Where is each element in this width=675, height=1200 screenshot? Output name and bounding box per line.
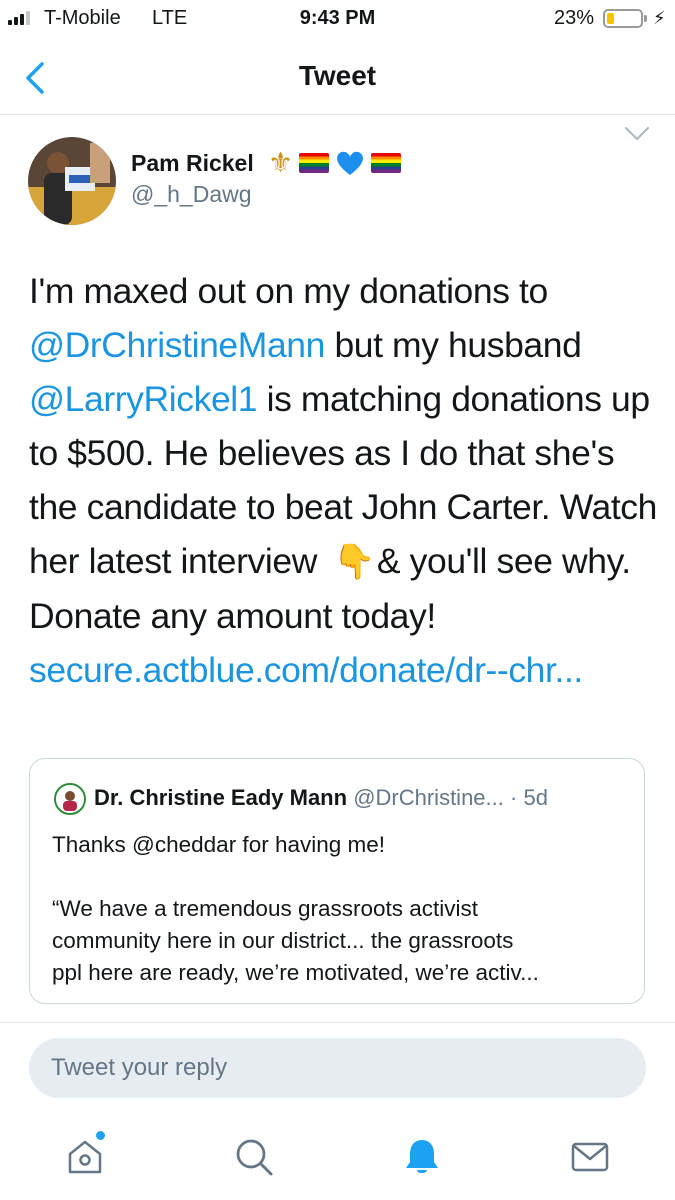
divider: [0, 1022, 675, 1023]
mention-link[interactable]: @LarryRickel1: [29, 379, 258, 419]
reply-input[interactable]: Tweet your reply: [29, 1038, 646, 1098]
quoted-text-line: Thanks @cheddar for having me!: [52, 832, 386, 857]
rainbow-flag-icon: [299, 153, 330, 173]
author-display-name[interactable]: Pam Rickel: [131, 150, 254, 177]
url-link[interactable]: secure.actblue.com/donate/dr--chr...: [29, 650, 583, 690]
rainbow-flag-icon: [371, 153, 402, 173]
name-emoji-row: ⚜︎: [268, 147, 402, 178]
quoted-text-line: ppl here are ready, we’re motivated, we’…: [52, 960, 539, 985]
quoted-avatar: [54, 783, 86, 815]
battery-level: [607, 13, 614, 24]
search-icon[interactable]: [233, 1136, 275, 1178]
quoted-tweet-card[interactable]: Dr. Christine Eady Mann @DrChristine... …: [29, 758, 645, 1004]
tweet-text-segment: I'm maxed out on my donations to: [29, 271, 548, 311]
reply-placeholder: Tweet your reply: [51, 1054, 228, 1081]
chevron-down-icon[interactable]: [624, 126, 650, 142]
blue-heart-icon: [337, 151, 364, 175]
battery-icon: [603, 9, 643, 28]
tweet-text: I'm maxed out on my donations to @DrChri…: [29, 264, 659, 697]
quoted-author-name: Dr. Christine Eady Mann: [94, 785, 348, 810]
page-title: Tweet: [298, 60, 377, 91]
pointing-down-icon: 👇: [332, 543, 375, 581]
quoted-text-line: community here in our district... the gr…: [52, 928, 514, 953]
messages-icon[interactable]: [569, 1136, 611, 1178]
battery-cap: [644, 15, 647, 22]
tweet-text-segment: but my husband: [324, 325, 582, 365]
status-bar: T-Mobile LTE 9:43 PM 23% ⚡︎: [0, 0, 675, 40]
notifications-icon[interactable]: [401, 1136, 443, 1178]
home-icon[interactable]: [64, 1136, 106, 1178]
battery-percent: 23%: [554, 7, 595, 29]
notification-dot: [96, 1131, 105, 1140]
avatar[interactable]: [28, 137, 116, 225]
nav-bar: Tweet: [0, 40, 675, 115]
quoted-text-line: “We have a tremendous grassroots activis…: [52, 896, 479, 921]
quoted-author-handle: @DrChristine...: [353, 785, 504, 810]
quoted-header: Dr. Christine Eady Mann @DrChristine... …: [94, 785, 548, 811]
mention-link[interactable]: @DrChristineMann: [29, 325, 325, 365]
fleur-de-lis-icon: ⚜︎: [268, 147, 294, 178]
author-handle[interactable]: @_h_Dawg: [131, 181, 252, 208]
quoted-timestamp: · 5d: [510, 785, 548, 810]
bolt-icon: ⚡︎: [653, 8, 666, 28]
